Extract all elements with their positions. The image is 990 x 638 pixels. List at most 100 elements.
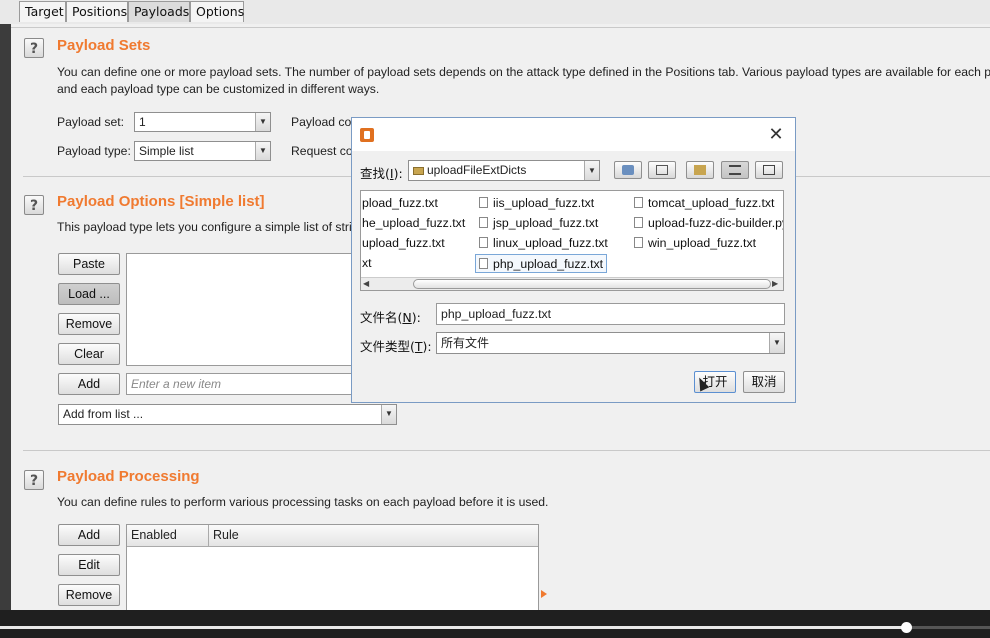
file-item-label: jsp_upload_fuzz.txt [493,216,599,230]
file-icon [634,237,643,248]
file-item-label: php_upload_fuzz.txt [493,257,604,271]
file-item[interactable]: upload_fuzz.txt [362,234,445,253]
processing-add-button[interactable]: Add [58,524,120,546]
scrollbar-thumb[interactable] [413,279,771,289]
filename-label-end: ): [411,310,421,325]
help-icon[interactable]: ? [24,470,44,490]
new-folder-button[interactable] [686,161,714,179]
progress-fill [0,626,906,629]
filetype-label: 文件类型(T): [360,336,432,355]
file-item-label: iis_upload_fuzz.txt [493,196,595,210]
filetype-mnemonic: T [414,339,423,354]
filename-label: 文件名(N): [360,307,421,326]
list-view-button[interactable] [721,161,749,179]
folder-icon [413,167,424,175]
file-item[interactable]: jsp_upload_fuzz.txt [479,214,598,233]
processing-rules-table[interactable]: Enabled Rule [126,524,539,610]
scroll-right-icon[interactable]: ▶ [772,279,778,289]
file-item[interactable]: tomcat_upload_fuzz.txt [634,194,774,213]
look-in-select[interactable]: uploadFileExtDicts ▼ [408,160,600,181]
file-item[interactable]: xt [362,254,372,273]
look-in-label: 查找(I): [360,163,403,182]
payload-type-select[interactable]: Simple list ▼ [134,141,271,161]
dialog-titlebar: ✕ [352,118,795,151]
paste-button[interactable]: Paste [58,253,120,275]
list-view-icon [729,165,741,175]
file-item-label: tomcat_upload_fuzz.txt [648,196,775,210]
payload-list[interactable] [126,253,356,366]
payload-type-value: Simple list [139,144,194,158]
up-folder-icon [622,165,634,175]
file-icon [479,258,488,269]
new-item-input[interactable]: Enter a new item [126,373,356,395]
tab-payloads[interactable]: Payloads [128,1,190,22]
file-item-label: win_upload_fuzz.txt [648,236,757,250]
payload-set-label: Payload set: [57,115,125,129]
processing-edit-button[interactable]: Edit [58,554,120,576]
file-icon [634,217,643,228]
file-icon [479,237,488,248]
add-from-list-select[interactable]: Add from list ... ▼ [58,404,397,425]
file-item-selected[interactable]: php_upload_fuzz.txt [475,254,608,273]
chevron-down-icon: ▼ [255,142,270,160]
chevron-down-icon: ▼ [255,113,270,131]
file-icon [634,197,643,208]
help-icon[interactable]: ? [24,195,44,215]
player-bar [0,610,990,638]
clear-button[interactable]: Clear [58,343,120,365]
filetype-value: 所有文件 [441,336,490,350]
file-item[interactable]: iis_upload_fuzz.txt [479,194,594,213]
processing-remove-button[interactable]: Remove [58,584,120,606]
payload-set-select[interactable]: 1 ▼ [134,112,271,132]
payload-processing-desc: You can define rules to perform various … [57,495,549,509]
file-item[interactable]: he_upload_fuzz.txt [362,214,465,233]
file-icon [479,217,488,228]
filename-input[interactable]: php_upload_fuzz.txt [436,303,785,325]
home-icon [656,165,668,175]
scroll-left-icon[interactable]: ◀ [363,279,369,289]
filetype-select[interactable]: 所有文件 ▼ [436,332,785,354]
tab-positions[interactable]: Positions [66,1,128,22]
cancel-button[interactable]: 取消 [743,371,785,393]
remove-button[interactable]: Remove [58,313,120,335]
filetype-label-end: ): [422,339,432,354]
load-button[interactable]: Load ... [58,283,120,305]
top-divider [11,27,990,28]
close-icon[interactable]: ✕ [765,124,787,146]
file-item[interactable]: linux_upload_fuzz.txt [479,234,608,253]
details-view-icon [763,165,775,175]
home-button[interactable] [648,161,676,179]
payload-options-title: Payload Options [Simple list] [57,193,265,210]
look-in-value: uploadFileExtDicts [427,163,527,177]
file-item[interactable]: upload-fuzz-dic-builder.py [634,214,783,233]
filetype-label-text: 文件类型( [360,339,415,354]
tab-strip: Target Positions Payloads Options [0,0,990,24]
column-rule[interactable]: Rule [209,525,538,546]
horizontal-scrollbar[interactable]: ◀ ▶ [361,277,783,290]
chevron-down-icon: ▼ [769,333,784,353]
left-strip [0,24,11,610]
file-item[interactable]: win_upload_fuzz.txt [634,234,756,253]
chevron-down-icon: ▼ [381,405,396,424]
resize-arrow-icon[interactable] [541,590,547,598]
add-button[interactable]: Add [58,373,120,395]
progress-knob[interactable] [901,622,912,633]
file-list[interactable]: pload_fuzz.txt he_upload_fuzz.txt upload… [360,190,784,291]
up-folder-button[interactable] [614,161,642,179]
details-view-button[interactable] [755,161,783,179]
help-icon[interactable]: ? [24,38,44,58]
file-chooser-dialog: ✕ 查找(I): uploadFileExtDicts ▼ pload_fuzz… [351,117,796,403]
table-header: Enabled Rule [127,525,538,547]
new-folder-icon [694,165,706,175]
filename-label-text: 文件名( [360,310,403,325]
payload-set-value: 1 [139,115,146,129]
payload-sets-desc-2: and each payload type can be customized … [57,82,380,96]
tab-target[interactable]: Target [19,1,66,22]
chevron-down-icon: ▼ [584,161,599,180]
section-divider [23,450,990,451]
file-item[interactable]: pload_fuzz.txt [362,194,438,213]
add-from-list-value: Add from list ... [63,407,144,421]
column-enabled[interactable]: Enabled [127,525,209,546]
file-item-label: linux_upload_fuzz.txt [493,236,608,250]
tab-options[interactable]: Options [190,1,244,22]
